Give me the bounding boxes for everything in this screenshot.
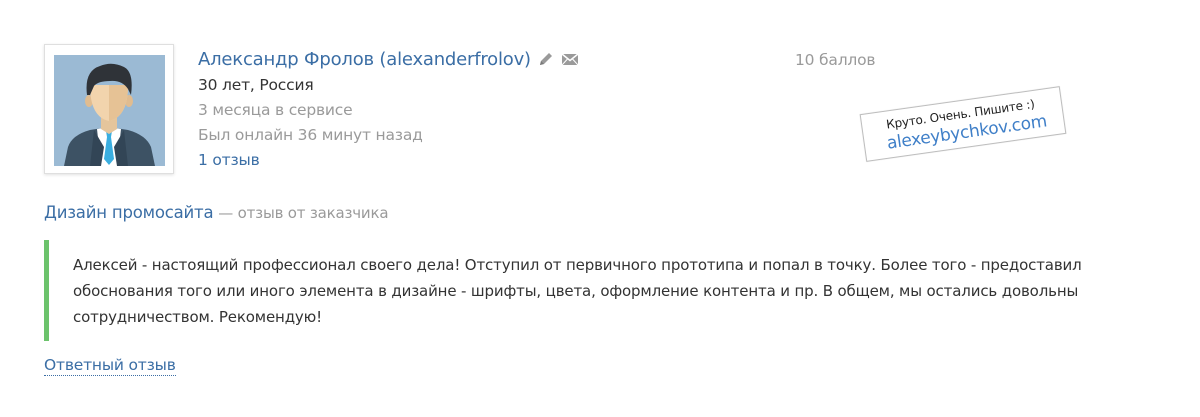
score: 10 баллов [795, 51, 876, 69]
profile-info: Александр Фролов (alexanderfrolov) 30 ле… [198, 45, 579, 173]
project-link[interactable]: Дизайн промосайта [44, 203, 214, 222]
avatar[interactable] [44, 44, 174, 174]
pencil-icon[interactable] [537, 50, 555, 68]
name-row: Александр Фролов (alexanderfrolov) [198, 45, 579, 73]
age-country: 30 лет, Россия [198, 76, 314, 94]
review-type: — отзыв от заказчика [218, 204, 389, 222]
review-card: Александр Фролов (alexanderfrolov) 30 ле… [0, 0, 1200, 417]
review-text: Алексей - настоящий профессионал своего … [73, 256, 1082, 326]
promo-stamp: Круто. Очень. Пишите :) alexeybychkov.co… [859, 86, 1067, 162]
user-avatar-image [54, 55, 165, 166]
service-time: 3 месяца в сервисе [198, 101, 353, 119]
reply-review-link[interactable]: Ответный отзыв [44, 355, 176, 376]
user-name-link[interactable]: Александр Фролов (alexanderfrolov) [198, 49, 531, 70]
envelope-icon[interactable] [561, 50, 579, 68]
last-online: Был онлайн 36 минут назад [198, 126, 423, 144]
review-body: Алексей - настоящий профессионал своего … [44, 240, 1084, 341]
review-header: Дизайн промосайта — отзыв от заказчика [44, 203, 389, 222]
reviews-count-link[interactable]: 1 отзыв [198, 148, 579, 173]
